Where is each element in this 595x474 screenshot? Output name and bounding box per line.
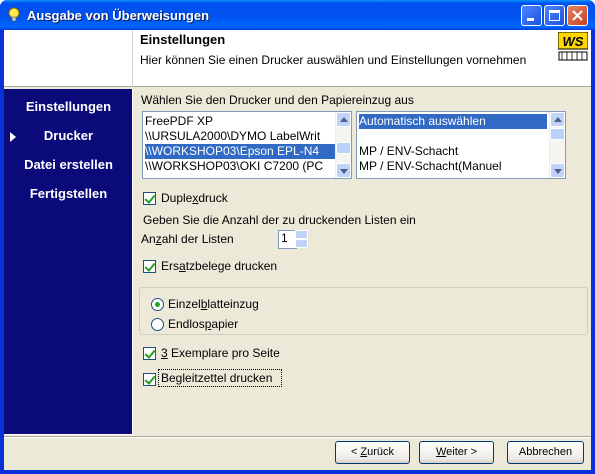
cover-note-checkbox[interactable] — [143, 373, 156, 386]
printer-list-scrollbar[interactable] — [335, 112, 351, 178]
nav-item-datei-erstellen[interactable]: Datei erstellen — [4, 157, 133, 172]
wizard-client-area: Einstellungen Hier können Sie einen Druc… — [4, 30, 591, 470]
list-count-prompt: Geben Sie die Anzahl der zu druckenden L… — [143, 213, 416, 227]
single-sheet-label[interactable]: Einzelblatteinzug — [168, 297, 259, 311]
list-item-selected[interactable]: Automatisch auswählen — [359, 114, 547, 129]
list-item[interactable] — [359, 129, 547, 144]
copies-per-page-label[interactable]: 3 Exemplare pro Seite — [161, 346, 280, 360]
printer-section-label: Wählen Sie den Drucker und den Papierein… — [141, 93, 414, 107]
page-description: Hier können Sie einen Drucker auswählen … — [140, 53, 527, 67]
continuous-paper-radio[interactable] — [151, 318, 164, 331]
back-button[interactable]: < Zurück — [335, 441, 410, 464]
maximize-button[interactable] — [544, 5, 565, 26]
list-item[interactable]: FreePDF XP — [145, 114, 335, 129]
printer-list[interactable]: FreePDF XP \\URSULA2000\DYMO LabelWrit \… — [142, 111, 352, 179]
scroll-thumb[interactable] — [550, 128, 565, 140]
maximize-icon — [545, 6, 564, 25]
nav-item-drucker[interactable]: Drucker — [4, 128, 133, 143]
logo-text: WS — [563, 34, 584, 49]
list-item[interactable]: MP / ENV-Schacht — [359, 144, 547, 159]
list-item-selected[interactable]: \\WORKSHOP03\Epson EPL-N4 — [145, 144, 335, 159]
spin-up-icon[interactable] — [295, 230, 308, 239]
continuous-paper-label[interactable]: Endlospapier — [168, 317, 238, 331]
header-divider — [132, 30, 133, 87]
substitute-receipts-checkbox[interactable] — [143, 260, 156, 273]
close-icon — [568, 6, 587, 25]
page-title: Einstellungen — [140, 32, 226, 47]
minimize-button[interactable] — [521, 5, 542, 26]
wizard-header: Einstellungen Hier können Sie einen Druc… — [4, 30, 591, 87]
single-sheet-radio[interactable] — [151, 298, 164, 311]
copies-per-page-checkbox[interactable] — [143, 347, 156, 360]
wizard-window: Ausgabe von Überweisungen Einstellungen … — [0, 0, 595, 474]
minimize-icon — [522, 6, 541, 25]
list-item[interactable]: \\WORKSHOP03\OKI C7200 (PC — [145, 159, 335, 174]
duplex-label[interactable]: Duplexdruck — [161, 191, 228, 205]
close-button[interactable] — [567, 5, 588, 26]
paper-tray-list[interactable]: Automatisch auswählen MP / ENV-Schacht M… — [356, 111, 566, 179]
nav-item-fertigstellen[interactable]: Fertigstellen — [4, 186, 133, 201]
duplex-checkbox[interactable] — [143, 192, 156, 205]
substitute-receipts-label[interactable]: Ersatzbelege drucken — [161, 259, 277, 273]
spin-down-icon[interactable] — [295, 239, 308, 248]
scroll-thumb[interactable] — [336, 142, 351, 154]
title-bar[interactable]: Ausgabe von Überweisungen — [0, 0, 595, 30]
footer-divider — [4, 436, 591, 438]
nav-item-einstellungen[interactable]: Einstellungen — [4, 99, 133, 114]
tray-list-scrollbar[interactable] — [549, 112, 565, 178]
scroll-down-icon[interactable] — [336, 163, 351, 178]
cover-note-label[interactable]: Begleitzettel drucken — [161, 371, 272, 385]
scroll-up-icon[interactable] — [336, 112, 351, 127]
next-button[interactable]: Weiter > — [419, 441, 494, 464]
list-count-label: Anzahl der Listen — [141, 232, 234, 246]
lightbulb-icon — [8, 7, 20, 22]
ws-logo: WS — [557, 31, 589, 62]
list-item[interactable]: \\URSULA2000\DYMO LabelWrit — [145, 129, 335, 144]
wizard-steps-sidebar: Einstellungen Drucker Datei erstellen Fe… — [4, 89, 133, 435]
scroll-up-icon[interactable] — [550, 112, 565, 127]
window-title: Ausgabe von Überweisungen — [27, 8, 210, 23]
scroll-down-icon[interactable] — [550, 163, 565, 178]
list-item[interactable]: MP / ENV-Schacht(Manuel — [359, 159, 547, 174]
cancel-button[interactable]: Abbrechen — [507, 441, 584, 464]
